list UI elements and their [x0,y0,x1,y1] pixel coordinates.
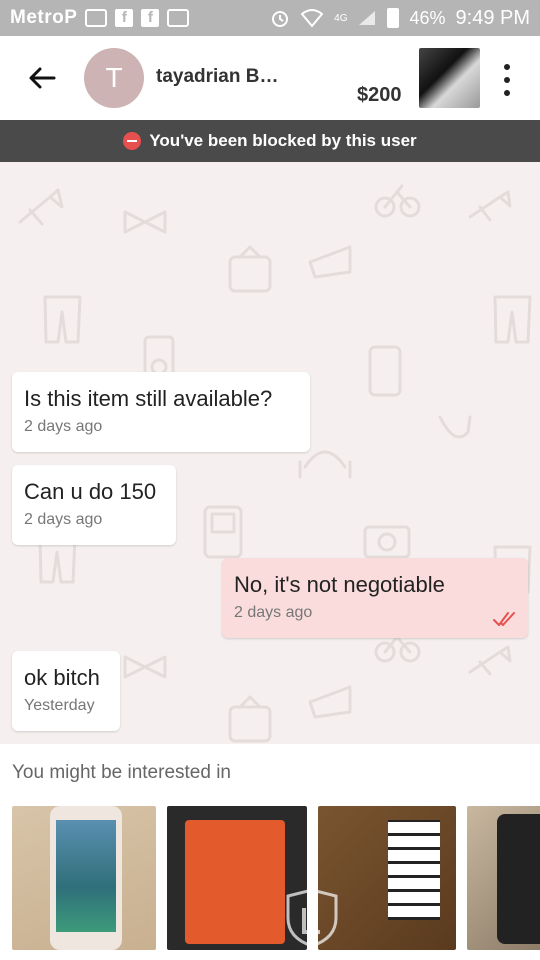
alarm-icon [272,11,289,27]
message-timestamp: Yesterday [24,697,95,715]
case-image [185,820,285,944]
read-receipt-icon [493,612,515,626]
status-right: 4G 46% 9:49 PM [270,7,530,30]
message-text: No, it's not negotiable [234,572,445,597]
blocked-text: You've been blocked by this user [149,131,417,150]
suggestions-section: You might be interested in [0,744,540,960]
message-text: Can u do 150 [24,479,157,504]
message-timestamp: 2 days ago [234,604,313,622]
back-arrow-icon[interactable] [26,62,58,94]
chat-area[interactable]: Is this item still available? 2 days ago… [0,162,540,744]
message-bubble-incoming[interactable]: Can u do 150 2 days ago [12,465,176,545]
clock: 9:49 PM [455,6,530,29]
message-notification-icon [85,9,108,27]
facebook-notification-icon-2: f [141,9,160,27]
phone-screen-image [56,820,116,932]
item-thumbnail[interactable] [419,48,480,108]
message-bubble-incoming[interactable]: ok bitch Yesterday [12,651,120,731]
message-text: Is this item still available? [24,386,273,411]
suggestion-item-iphone[interactable] [12,806,156,950]
mail-notification-icon [167,9,190,27]
complaints-board-watermark [286,888,338,948]
message-text: ok bitch [24,665,100,690]
message-timestamp: 2 days ago [24,418,103,436]
wifi-icon [300,9,324,28]
network-type: 4G [334,12,348,24]
signal-icon [359,11,376,25]
facebook-notification-icon: f [115,9,134,27]
carrier-name: MetroP [10,7,78,28]
message-bubble-outgoing[interactable]: No, it's not negotiable 2 days ago [222,558,528,638]
user-avatar[interactable]: T [84,48,144,108]
message-timestamp: 2 days ago [24,511,103,529]
battery-level: 46% [409,7,446,28]
username[interactable]: tayadrian B… [156,66,278,88]
battery-icon [387,8,400,28]
chat-header: T tayadrian B… $200 [0,36,540,120]
message-bubble-incoming[interactable]: Is this item still available? 2 days ago [12,372,310,452]
block-icon [123,132,142,150]
blocked-banner: You've been blocked by this user [0,120,540,162]
item-price: $200 [357,84,402,106]
avatar-letter: T [105,62,123,93]
more-options-icon[interactable] [500,64,514,96]
status-bar: MetroP f f 4G 46% 9:49 PM [0,0,540,36]
suggestions-title: You might be interested in [12,762,232,783]
status-left: MetroP f f [10,7,190,29]
